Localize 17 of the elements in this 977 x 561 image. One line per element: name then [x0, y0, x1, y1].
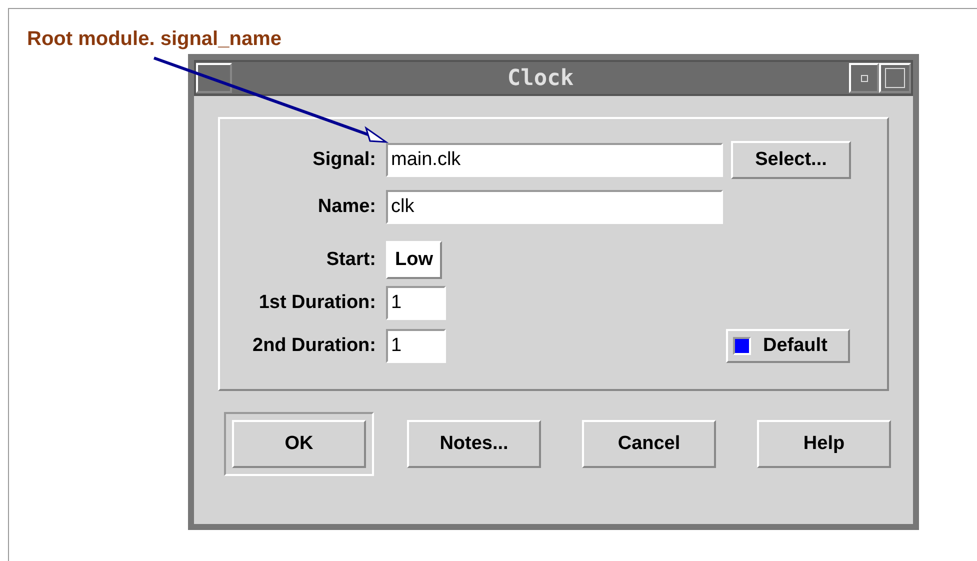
- maximize-button[interactable]: [879, 63, 911, 93]
- field-label: 1st Duration:: [258, 290, 377, 315]
- input-field[interactable]: 1: [386, 329, 446, 363]
- default-toggle[interactable]: Default: [726, 329, 850, 363]
- input-field[interactable]: clk: [386, 190, 723, 224]
- field-label: Signal:: [312, 148, 377, 172]
- field-label: 2nd Duration:: [252, 334, 377, 358]
- minimize-button[interactable]: [849, 63, 879, 93]
- input-field[interactable]: 1: [386, 286, 446, 320]
- dialog-button[interactable]: OK: [224, 412, 374, 476]
- input-field[interactable]: main.clk: [386, 143, 723, 177]
- start-option-button[interactable]: Low: [386, 241, 442, 279]
- window-title: Clock: [506, 64, 575, 92]
- annotation-text: Root module. signal_name: [27, 27, 282, 48]
- field-label: Start:: [325, 248, 377, 272]
- field-label: Name:: [316, 194, 377, 219]
- select-button[interactable]: Select...: [731, 141, 851, 179]
